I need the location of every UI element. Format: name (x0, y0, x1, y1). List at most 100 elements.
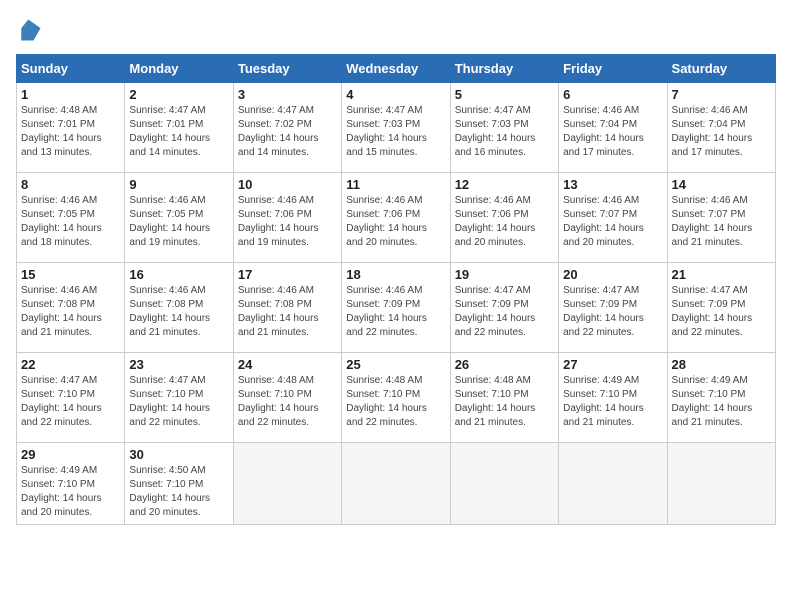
day-info: Sunrise: 4:47 AMSunset: 7:03 PMDaylight:… (455, 104, 554, 160)
day-number: 12 (455, 177, 554, 192)
logo (16, 16, 48, 44)
calendar-cell: 3 Sunrise: 4:47 AMSunset: 7:02 PMDaylight… (233, 83, 341, 173)
calendar-cell (559, 443, 667, 525)
calendar-cell: 29 Sunrise: 4:49 AMSunset: 7:10 PMDayligh… (17, 443, 125, 525)
day-number: 1 (21, 87, 120, 102)
calendar-cell: 9Sunrise: 4:46 AMSunset: 7:05 PMDaylight… (125, 173, 233, 263)
day-info: Sunrise: 4:47 AMSunset: 7:01 PMDaylight:… (129, 104, 228, 160)
calendar-cell: 10 Sunrise: 4:46 AMSunset: 7:06 PMDayligh… (233, 173, 341, 263)
header (16, 16, 776, 44)
day-number: 11 (346, 177, 445, 192)
calendar-cell: 23 Sunrise: 4:47 AMSunset: 7:10 PMDayligh… (125, 353, 233, 443)
calendar-cell (342, 443, 450, 525)
day-info: Sunrise: 4:47 AMSunset: 7:10 PMDaylight:… (129, 374, 228, 430)
calendar-cell: 4Sunrise: 4:47 AMSunset: 7:03 PMDaylight… (342, 83, 450, 173)
calendar-cell: 21 Sunrise: 4:47 AMSunset: 7:09 PMDayligh… (667, 263, 775, 353)
calendar-cell: 16 Sunrise: 4:46 AMSunset: 7:08 PMDayligh… (125, 263, 233, 353)
calendar-header-wednesday: Wednesday (342, 55, 450, 83)
calendar-cell: 25 Sunrise: 4:48 AMSunset: 7:10 PMDayligh… (342, 353, 450, 443)
day-info: Sunrise: 4:46 AMSunset: 7:07 PMDaylight:… (672, 194, 771, 250)
calendar-cell: 7 Sunrise: 4:46 AMSunset: 7:04 PMDaylight… (667, 83, 775, 173)
day-info: Sunrise: 4:47 AMSunset: 7:10 PMDaylight:… (21, 374, 120, 430)
calendar-cell: 8 Sunrise: 4:46 AMSunset: 7:05 PMDaylight… (17, 173, 125, 263)
day-info: Sunrise: 4:46 AMSunset: 7:07 PMDaylight:… (563, 194, 662, 250)
day-number: 16 (129, 267, 228, 282)
calendar-cell: 14 Sunrise: 4:46 AMSunset: 7:07 PMDayligh… (667, 173, 775, 263)
day-number: 29 (21, 447, 120, 462)
calendar-cell: 28 Sunrise: 4:49 AMSunset: 7:10 PMDayligh… (667, 353, 775, 443)
calendar-header-monday: Monday (125, 55, 233, 83)
day-info: Sunrise: 4:46 AMSunset: 7:04 PMDaylight:… (563, 104, 662, 160)
day-info: Sunrise: 4:47 AMSunset: 7:02 PMDaylight:… (238, 104, 337, 160)
calendar-header-saturday: Saturday (667, 55, 775, 83)
day-number: 23 (129, 357, 228, 372)
calendar-cell: 6 Sunrise: 4:46 AMSunset: 7:04 PMDaylight… (559, 83, 667, 173)
calendar-cell: 26 Sunrise: 4:48 AMSunset: 7:10 PMDayligh… (450, 353, 558, 443)
logo-icon (16, 16, 44, 44)
day-number: 27 (563, 357, 662, 372)
day-info: Sunrise: 4:47 AMSunset: 7:09 PMDaylight:… (672, 284, 771, 340)
day-info: Sunrise: 4:49 AMSunset: 7:10 PMDaylight:… (563, 374, 662, 430)
calendar-header-thursday: Thursday (450, 55, 558, 83)
day-number: 25 (346, 357, 445, 372)
day-info: Sunrise: 4:48 AMSunset: 7:10 PMDaylight:… (455, 374, 554, 430)
day-info: Sunrise: 4:49 AMSunset: 7:10 PMDaylight:… (21, 464, 120, 520)
day-number: 26 (455, 357, 554, 372)
day-info: Sunrise: 4:47 AMSunset: 7:09 PMDaylight:… (563, 284, 662, 340)
calendar-header-friday: Friday (559, 55, 667, 83)
day-info: Sunrise: 4:46 AMSunset: 7:04 PMDaylight:… (672, 104, 771, 160)
day-number: 19 (455, 267, 554, 282)
day-info: Sunrise: 4:46 AMSunset: 7:06 PMDaylight:… (238, 194, 337, 250)
day-number: 24 (238, 357, 337, 372)
day-info: Sunrise: 4:49 AMSunset: 7:10 PMDaylight:… (672, 374, 771, 430)
calendar-week-row: 22Sunrise: 4:47 AMSunset: 7:10 PMDayligh… (17, 353, 776, 443)
calendar-week-row: 1Sunrise: 4:48 AMSunset: 7:01 PMDaylight… (17, 83, 776, 173)
calendar-header-tuesday: Tuesday (233, 55, 341, 83)
day-info: Sunrise: 4:46 AMSunset: 7:09 PMDaylight:… (346, 284, 445, 340)
calendar-cell (667, 443, 775, 525)
day-info: Sunrise: 4:46 AMSunset: 7:08 PMDaylight:… (238, 284, 337, 340)
calendar-cell (233, 443, 341, 525)
day-number: 14 (672, 177, 771, 192)
day-info: Sunrise: 4:46 AMSunset: 7:06 PMDaylight:… (346, 194, 445, 250)
calendar-cell: 11 Sunrise: 4:46 AMSunset: 7:06 PMDayligh… (342, 173, 450, 263)
calendar-cell: 30Sunrise: 4:50 AMSunset: 7:10 PMDayligh… (125, 443, 233, 525)
calendar-cell: 22Sunrise: 4:47 AMSunset: 7:10 PMDayligh… (17, 353, 125, 443)
calendar-header-row: SundayMondayTuesdayWednesdayThursdayFrid… (17, 55, 776, 83)
day-info: Sunrise: 4:50 AMSunset: 7:10 PMDaylight:… (129, 464, 228, 520)
day-number: 6 (563, 87, 662, 102)
calendar-cell: 27 Sunrise: 4:49 AMSunset: 7:10 PMDayligh… (559, 353, 667, 443)
day-number: 2 (129, 87, 228, 102)
day-number: 3 (238, 87, 337, 102)
calendar-cell: 18 Sunrise: 4:46 AMSunset: 7:09 PMDayligh… (342, 263, 450, 353)
day-number: 8 (21, 177, 120, 192)
day-number: 21 (672, 267, 771, 282)
day-info: Sunrise: 4:46 AMSunset: 7:08 PMDaylight:… (129, 284, 228, 340)
day-number: 7 (672, 87, 771, 102)
calendar-week-row: 15 Sunrise: 4:46 AMSunset: 7:08 PMDayligh… (17, 263, 776, 353)
day-number: 20 (563, 267, 662, 282)
day-info: Sunrise: 4:46 AMSunset: 7:05 PMDaylight:… (21, 194, 120, 250)
calendar-cell: 1Sunrise: 4:48 AMSunset: 7:01 PMDaylight… (17, 83, 125, 173)
day-number: 15 (21, 267, 120, 282)
day-info: Sunrise: 4:46 AMSunset: 7:08 PMDaylight:… (21, 284, 120, 340)
day-number: 4 (346, 87, 445, 102)
day-number: 18 (346, 267, 445, 282)
calendar-cell: 12 Sunrise: 4:46 AMSunset: 7:06 PMDayligh… (450, 173, 558, 263)
calendar: SundayMondayTuesdayWednesdayThursdayFrid… (16, 54, 776, 525)
day-number: 17 (238, 267, 337, 282)
day-info: Sunrise: 4:46 AMSunset: 7:06 PMDaylight:… (455, 194, 554, 250)
day-number: 10 (238, 177, 337, 192)
day-number: 13 (563, 177, 662, 192)
day-number: 5 (455, 87, 554, 102)
day-number: 28 (672, 357, 771, 372)
calendar-cell: 19 Sunrise: 4:47 AMSunset: 7:09 PMDayligh… (450, 263, 558, 353)
calendar-cell: 17 Sunrise: 4:46 AMSunset: 7:08 PMDayligh… (233, 263, 341, 353)
calendar-cell: 15 Sunrise: 4:46 AMSunset: 7:08 PMDayligh… (17, 263, 125, 353)
calendar-cell: 24 Sunrise: 4:48 AMSunset: 7:10 PMDayligh… (233, 353, 341, 443)
day-info: Sunrise: 4:48 AMSunset: 7:10 PMDaylight:… (238, 374, 337, 430)
day-number: 9 (129, 177, 228, 192)
day-info: Sunrise: 4:48 AMSunset: 7:10 PMDaylight:… (346, 374, 445, 430)
day-info: Sunrise: 4:47 AMSunset: 7:09 PMDaylight:… (455, 284, 554, 340)
calendar-cell: 5 Sunrise: 4:47 AMSunset: 7:03 PMDaylight… (450, 83, 558, 173)
